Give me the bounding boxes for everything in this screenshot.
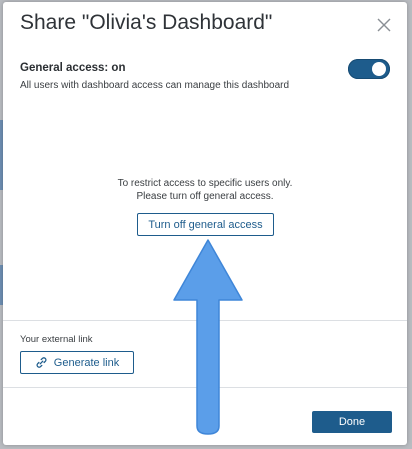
link-icon [36,357,47,368]
turn-off-general-access-label: Turn off general access [148,218,263,231]
restrict-info-line1: To restrict access to specific users onl… [117,178,293,189]
dialog-title: Share "Olivia's Dashboard" [20,11,273,34]
done-button[interactable]: Done [312,411,392,433]
section-divider [3,320,407,321]
turn-off-general-access-button[interactable]: Turn off general access [137,213,274,236]
close-button[interactable] [375,16,393,34]
external-link-label: Your external link [20,334,93,345]
general-access-heading: General access: on [20,62,126,74]
close-icon [377,18,391,32]
toggle-knob [372,62,386,76]
generate-link-button[interactable]: Generate link [20,351,134,374]
footer-divider [3,387,407,388]
generate-link-label: Generate link [53,356,120,369]
share-dialog: Share "Olivia's Dashboard" General acces… [3,2,407,445]
general-access-description: All users with dashboard access can mana… [20,80,290,91]
restrict-info-line2: Please turn off general access. [136,191,274,202]
general-access-toggle[interactable] [348,59,390,79]
done-label: Done [338,416,366,428]
